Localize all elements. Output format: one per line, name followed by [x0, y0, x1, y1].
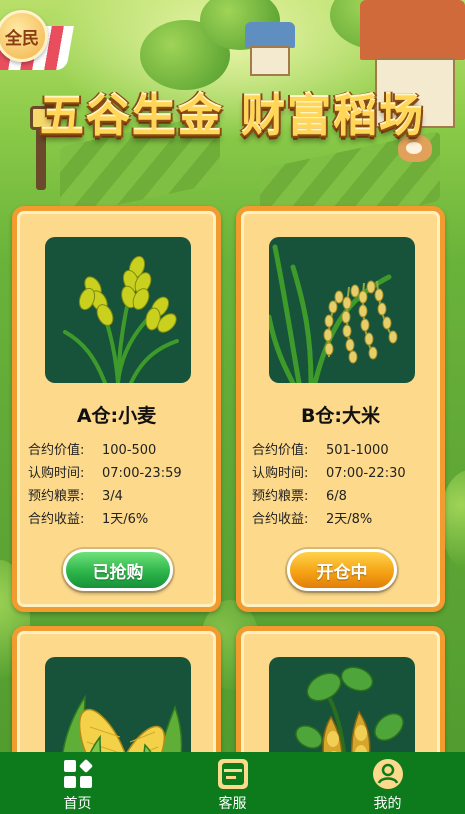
info-row: 预约粮票: 6/8 — [252, 485, 442, 508]
warehouse-name: A仓:小麦 — [76, 405, 157, 427]
nav-customer-service[interactable]: 客服 — [155, 752, 310, 814]
nav-label: 我的 — [373, 796, 402, 812]
info-value: 6/8 — [326, 489, 347, 504]
warehouse-card-b: B仓:大米 合约价值: 501-1000 认购时间: 07:00-22:30 预约粮… — [236, 206, 445, 612]
nav-home[interactable]: 首页 — [0, 752, 155, 814]
warehouse-info: 合约价值: 100-500 认购时间: 07:00-23:59 预约粮票: 3/4 合… — [28, 439, 218, 531]
info-value: 1天/6% — [102, 512, 149, 527]
nav-mine[interactable]: 我的 — [310, 752, 465, 814]
customer-service-icon — [217, 758, 249, 790]
info-row: 预约粮票: 3/4 — [28, 485, 218, 508]
info-label: 预约粮票: — [252, 489, 309, 504]
page-title: 五谷生金 财富稻场 — [39, 91, 426, 142]
warehouse-info: 合约价值: 501-1000 认购时间: 07:00-22:30 预约粮票: 6/8 … — [252, 439, 442, 531]
info-label: 合约收益: — [252, 512, 309, 527]
user-icon — [372, 758, 404, 790]
info-row: 认购时间: 07:00-23:59 — [28, 462, 218, 485]
info-row: 合约价值: 100-500 — [28, 439, 218, 462]
info-row: 认购时间: 07:00-22:30 — [252, 462, 442, 485]
info-label: 预约粮票: — [28, 489, 85, 504]
info-label: 合约价值: — [28, 443, 85, 458]
info-row: 合约价值: 501-1000 — [252, 439, 442, 462]
home-grid-icon — [62, 758, 94, 790]
info-row: 合约收益: 2天/8% — [252, 508, 442, 531]
warehouse-name: B仓:大米 — [300, 405, 381, 427]
info-label: 合约收益: — [28, 512, 85, 527]
info-value: 2天/8% — [326, 512, 373, 527]
info-value: 501-1000 — [326, 443, 389, 458]
rice-icon — [269, 237, 415, 383]
info-value: 07:00-23:59 — [102, 466, 182, 481]
info-label: 认购时间: — [252, 466, 309, 481]
info-label: 认购时间: — [28, 466, 85, 481]
open-warehouse-button[interactable]: 开仓中 — [287, 549, 397, 591]
warehouse-card-a: A仓:小麦 合约价值: 100-500 认购时间: 07:00-23:59 预约粮票… — [12, 206, 221, 612]
info-value: 100-500 — [102, 443, 157, 458]
nav-label: 首页 — [63, 796, 92, 812]
info-value: 3/4 — [102, 489, 123, 504]
purchased-button[interactable]: 已抢购 — [63, 549, 173, 591]
bottom-nav: 首页 客服 我的 — [0, 752, 465, 814]
nav-label: 客服 — [218, 796, 247, 812]
wheat-icon — [45, 237, 191, 383]
info-value: 07:00-22:30 — [326, 466, 406, 481]
info-label: 合约价值: — [252, 443, 309, 458]
info-row: 合约收益: 1天/6% — [28, 508, 218, 531]
